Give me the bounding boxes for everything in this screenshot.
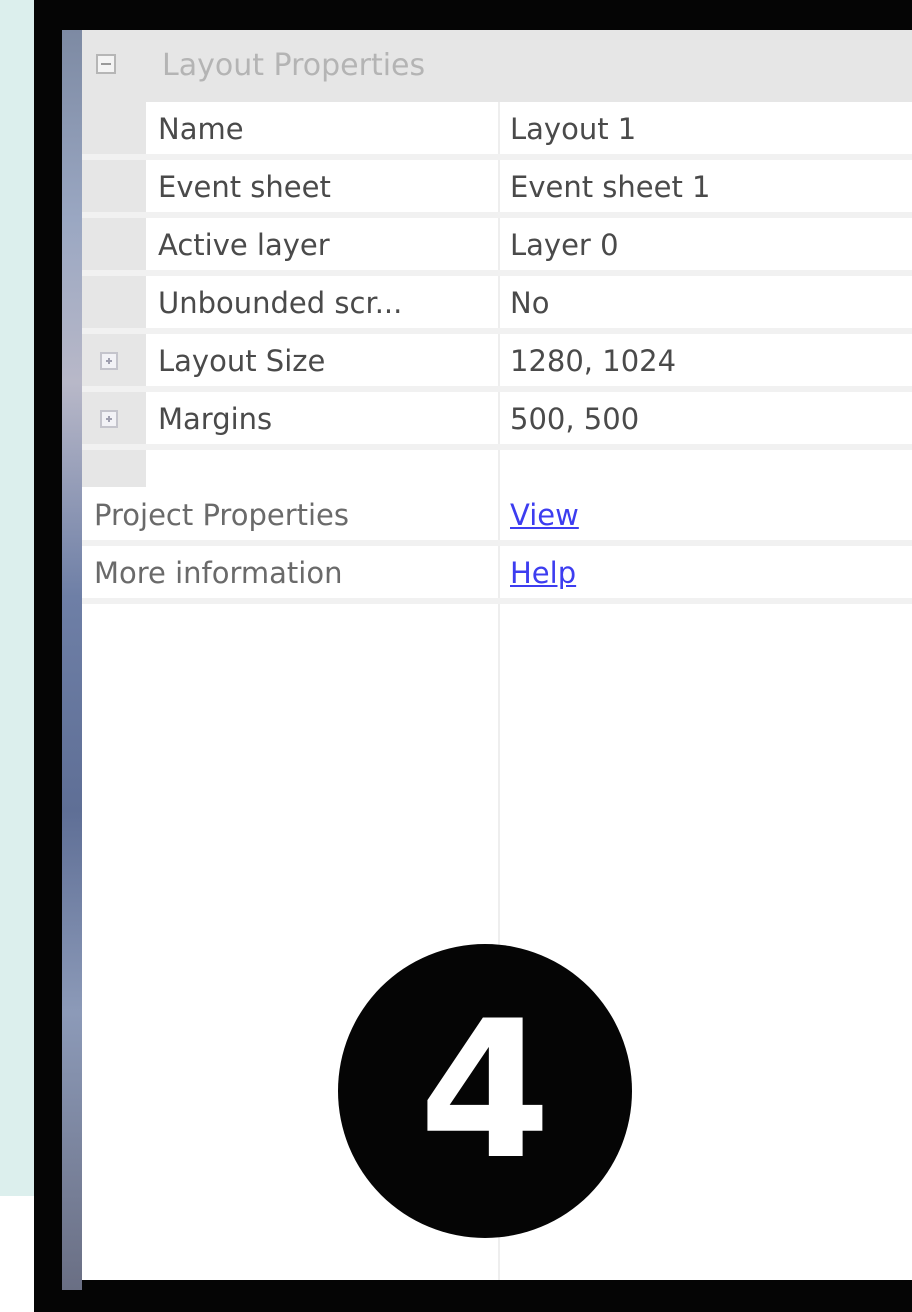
- property-label: Layout Size: [158, 344, 326, 378]
- property-row-active-layer[interactable]: Active layer Layer 0: [82, 218, 912, 276]
- more-information-row[interactable]: More information Help: [82, 546, 912, 604]
- property-label: Unbounded scr...: [158, 286, 403, 320]
- property-value[interactable]: Event sheet 1: [510, 170, 711, 204]
- property-row-name[interactable]: Name Layout 1: [82, 102, 912, 160]
- property-value[interactable]: Layout 1: [510, 112, 636, 146]
- property-row-unbounded-scrolling[interactable]: Unbounded scr... No: [82, 276, 912, 334]
- view-link[interactable]: View: [510, 498, 579, 532]
- project-properties-label: Project Properties: [94, 498, 349, 532]
- help-link[interactable]: Help: [510, 556, 576, 590]
- property-row-layout-size[interactable]: Layout Size 1280, 1024: [82, 334, 912, 392]
- property-row-margins[interactable]: Margins 500, 500: [82, 392, 912, 450]
- property-value[interactable]: Layer 0: [510, 228, 619, 262]
- plus-box-icon[interactable]: [100, 410, 118, 428]
- property-label: Margins: [158, 402, 273, 436]
- property-label: Name: [158, 112, 244, 146]
- minus-box-icon[interactable]: [96, 54, 116, 74]
- property-value[interactable]: 1280, 1024: [510, 344, 676, 378]
- section-title: Layout Properties: [162, 48, 426, 83]
- step-number-badge: 4: [338, 944, 632, 1238]
- layout-properties-header[interactable]: Layout Properties: [82, 30, 912, 102]
- property-label: Event sheet: [158, 170, 331, 204]
- property-value[interactable]: No: [510, 286, 549, 320]
- more-information-label: More information: [94, 556, 343, 590]
- property-value[interactable]: 500, 500: [510, 402, 639, 436]
- plus-box-icon[interactable]: [100, 352, 118, 370]
- window-left-edge: [62, 30, 82, 1290]
- property-label: Active layer: [158, 228, 330, 262]
- property-row-event-sheet[interactable]: Event sheet Event sheet 1: [82, 160, 912, 218]
- screenshot-stage: Layout Properties Name Layout 1 Event sh…: [0, 0, 912, 1312]
- project-properties-row[interactable]: Project Properties View: [82, 488, 912, 546]
